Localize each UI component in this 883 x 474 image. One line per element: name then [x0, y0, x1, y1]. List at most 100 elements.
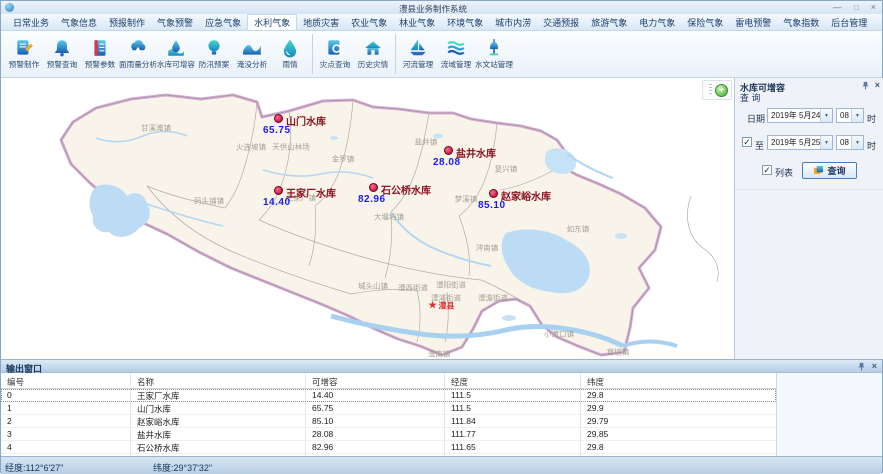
list-label: 列表 — [775, 166, 793, 179]
table-row[interactable]: 1山门水库65.75111.529.9 — [1, 402, 776, 415]
column-header[interactable]: 名称 — [131, 373, 306, 388]
tab-农业气象[interactable]: 农业气象 — [345, 14, 393, 30]
query-panel: 水库可增容 × 查 询 日期 2019年 5月24日 ▼ 08 ▼ 时 ✓ 至 … — [734, 78, 883, 359]
column-header[interactable]: 经度 — [445, 373, 581, 388]
panel-close-icon[interactable]: × — [875, 81, 880, 90]
tab-气象指数[interactable]: 气象指数 — [777, 14, 825, 30]
tab-林业气象[interactable]: 林业气象 — [393, 14, 441, 30]
toolbar-label: 流域管理 — [441, 59, 471, 69]
toolbar-button-雨情[interactable]: 雨情 — [271, 36, 309, 72]
column-header[interactable]: 编号 — [1, 373, 131, 388]
toolbar-label: 水库可增容 — [157, 59, 195, 69]
tab-地质灾害[interactable]: 地质灾害 — [297, 14, 345, 30]
status-longitude: 经度:112°6'27" — [5, 461, 63, 474]
reservoir-value: 28.08 — [433, 157, 461, 168]
table-cell: 29.8 — [581, 389, 776, 401]
map-view[interactable]: 甘溪滩镇火连坡镇天供山林场金罗镇盐井镇复兴镇梦溪镇码头铺镇王家厂镇大堰垱镇如东镇… — [1, 78, 734, 359]
date-label: 日期 — [747, 112, 765, 125]
tab-交通预报[interactable]: 交通预报 — [537, 14, 585, 30]
tab-环境气象[interactable]: 环境气象 — [441, 14, 489, 30]
toolbar-label: 水文站管理 — [475, 59, 513, 69]
close-button[interactable]: × — [871, 3, 876, 12]
map-overlay: 甘溪滩镇火连坡镇天供山林场金罗镇盐井镇复兴镇梦溪镇码头铺镇王家厂镇大堰垱镇如东镇… — [1, 78, 734, 359]
toolbar-label: 预警参数 — [85, 59, 115, 69]
query-button[interactable]: 查询 — [802, 162, 857, 179]
toolbar-button-预警查询[interactable]: 预警查询 — [43, 36, 81, 72]
toolbar-button-河流管理[interactable]: 河流管理 — [399, 36, 437, 72]
town-label: 小渡口镇 — [544, 329, 574, 340]
tab-后台管理[interactable]: 后台管理 — [825, 14, 873, 30]
table-cell: 29.8 — [581, 441, 776, 453]
toolbar-label: 雨情 — [282, 59, 297, 69]
list-checkbox[interactable]: ✓ — [762, 165, 772, 175]
tab-气象预警[interactable]: 气象预警 — [151, 14, 199, 30]
table-cell: 29.79 — [581, 415, 776, 427]
table-cell: 2 — [1, 415, 131, 427]
to-hour-select[interactable]: 08 ▼ — [836, 135, 864, 150]
minimize-button[interactable]: — — [833, 3, 842, 12]
hour-suffix: 时 — [867, 112, 876, 125]
toolbar-label: 淹没分析 — [237, 59, 267, 69]
toolbar-separator — [395, 34, 396, 74]
tab-保险气象[interactable]: 保险气象 — [681, 14, 729, 30]
toolbar-button-防汛预案[interactable]: 防汛预案 — [195, 36, 233, 72]
table-row[interactable]: 2赵家峪水库85.10111.8429.79 — [1, 415, 776, 428]
toolbar-button-灾点查询[interactable]: 灾点查询 — [316, 36, 354, 72]
tab-水利气象[interactable]: 水利气象 — [247, 14, 297, 30]
toolbar-button-水文站管理[interactable]: 水文站管理 — [475, 36, 513, 72]
toolbar-button-历史灾情[interactable]: 历史灾情 — [354, 36, 392, 72]
tab-日常业务[interactable]: 日常业务 — [7, 14, 55, 30]
from-hour-select[interactable]: 08 ▼ — [836, 108, 864, 123]
table-cell: 111.5 — [445, 389, 581, 401]
table-row[interactable]: 3盐井水库28.08111.7729.85 — [1, 428, 776, 441]
chevron-down-icon: ▼ — [820, 109, 832, 122]
toolbar-button-预警参数[interactable]: 预警参数 — [81, 36, 119, 72]
maximize-button[interactable]: □ — [854, 3, 859, 12]
tab-城市内涝[interactable]: 城市内涝 — [489, 14, 537, 30]
table-row[interactable]: 4石公桥水库82.96111.6529.8 — [1, 441, 776, 454]
toolbar-button-面雨量分析[interactable]: 面雨量分析 — [119, 36, 157, 72]
to-label: 至 — [755, 139, 764, 152]
reservoir-value: 85.10 — [478, 200, 506, 211]
to-checkbox[interactable]: ✓ — [742, 137, 752, 147]
toolbar-label: 预警制作 — [9, 59, 39, 69]
tab-旅游气象[interactable]: 旅游气象 — [585, 14, 633, 30]
from-date-select[interactable]: 2019年 5月24日 ▼ — [767, 108, 833, 123]
reservoir-dot-icon — [444, 146, 453, 155]
reservoir-name: 石公桥水库 — [381, 182, 431, 197]
toolbar-button-流域管理[interactable]: 流域管理 — [437, 36, 475, 72]
column-header[interactable]: 纬度 — [581, 373, 776, 388]
reservoir-dot-icon — [369, 183, 378, 192]
toolbar-button-水库可增容[interactable]: 水库可增容 — [157, 36, 195, 72]
reservoir-value: 14.40 — [263, 197, 291, 208]
toolbar-button-淹没分析[interactable]: 淹没分析 — [233, 36, 271, 72]
output-close-icon[interactable]: × — [872, 362, 877, 371]
toolbar-button-预警制作[interactable]: 预警制作 — [5, 36, 43, 72]
column-header[interactable]: 可增容 — [306, 373, 445, 388]
tab-应急气象[interactable]: 应急气象 — [199, 14, 247, 30]
table-cell: 1 — [1, 402, 131, 414]
table-cell: 赵家峪水库 — [131, 415, 306, 427]
toolbar-label: 灾点查询 — [320, 59, 350, 69]
reservoir-name: 赵家峪水库 — [501, 188, 551, 203]
town-label: 澧南镇 — [428, 349, 451, 360]
tab-预报制作[interactable]: 预报制作 — [103, 14, 151, 30]
table-row[interactable]: 0王家厂水库14.40111.529.8 — [1, 389, 776, 402]
pin-icon[interactable] — [857, 362, 866, 371]
query-button-icon — [813, 165, 824, 176]
pin-icon[interactable] — [861, 81, 870, 90]
to-date-select[interactable]: 2019年 5月25日 ▼ — [767, 135, 833, 150]
status-latitude: 纬度:29°37'32" — [153, 461, 212, 474]
tab-气象信息[interactable]: 气象信息 — [55, 14, 103, 30]
panel-divider — [735, 189, 883, 190]
table-cell: 29.9 — [581, 402, 776, 414]
tab-电力气象[interactable]: 电力气象 — [633, 14, 681, 30]
map-zoom-button[interactable]: + — [715, 84, 728, 97]
table-cell: 28.08 — [306, 428, 445, 440]
reservoir-dot-icon — [274, 186, 283, 195]
table-cell: 82.96 — [306, 441, 445, 453]
tab-雷电预警[interactable]: 雷电预警 — [729, 14, 777, 30]
buoy-icon — [484, 38, 504, 58]
toolbar-label: 历史灾情 — [358, 59, 388, 69]
town-label: 火连坡镇 — [236, 142, 266, 153]
